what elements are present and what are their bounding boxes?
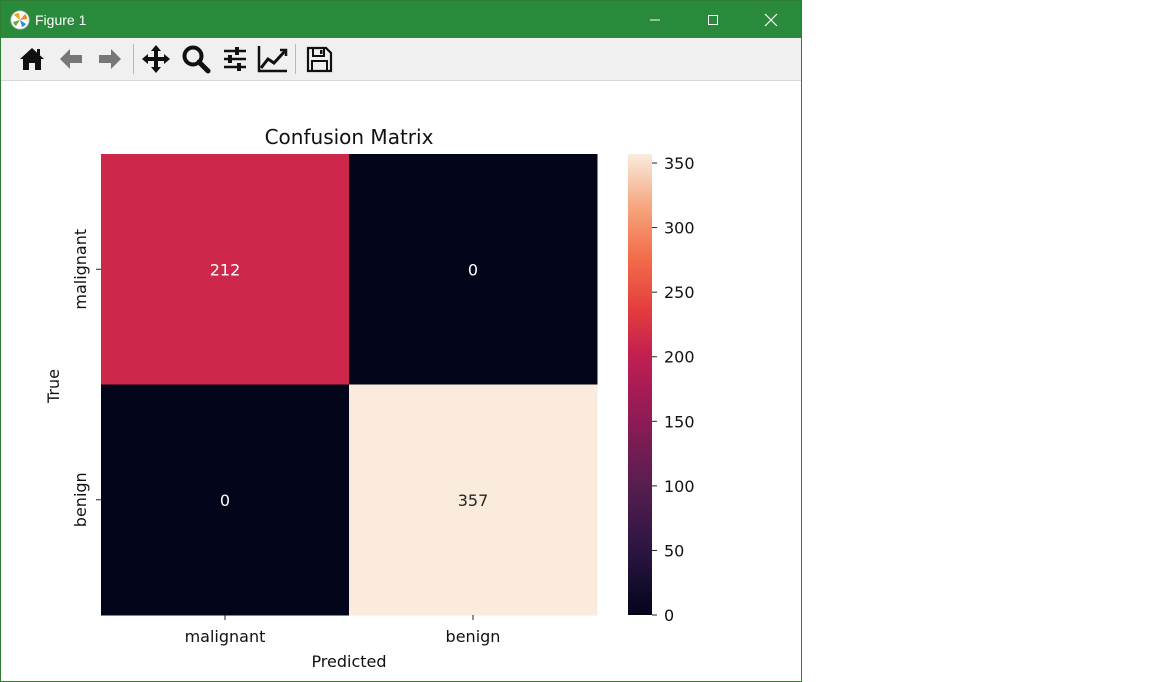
title-bar[interactable]: Figure 1 — [1, 1, 801, 38]
forward-button[interactable] — [93, 42, 127, 76]
sliders-icon — [224, 47, 246, 71]
minimize-button[interactable] — [626, 1, 684, 38]
pan-button[interactable] — [139, 42, 173, 76]
cell-value-label: 0 — [468, 260, 478, 279]
move-icon — [142, 45, 170, 73]
close-button[interactable] — [742, 1, 800, 38]
colorbar-tick-label: 100 — [664, 477, 695, 496]
colorbar-tick-label: 350 — [664, 154, 695, 173]
cell-value-label: 0 — [220, 491, 230, 510]
x-tick-label: benign — [446, 627, 501, 646]
x-tick-label: malignant — [185, 627, 266, 646]
arrow-left-icon — [60, 49, 82, 69]
colorbar-tick-label: 300 — [664, 219, 695, 238]
home-icon — [20, 48, 44, 70]
minimize-icon — [650, 19, 660, 20]
figure-window: Figure 1 Confusion Matrix 212 0 0 357 ma… — [0, 0, 802, 682]
home-button[interactable] — [15, 42, 49, 76]
chart-title: Confusion Matrix — [265, 125, 434, 149]
cell-value-label: 212 — [210, 260, 241, 279]
arrow-right-icon — [99, 49, 121, 69]
navigation-toolbar — [1, 38, 801, 81]
configure-subplots-button[interactable] — [218, 42, 252, 76]
y-tick-label: malignant — [71, 229, 90, 310]
toolbar-separator — [133, 44, 134, 74]
colorbar-tick-label: 50 — [664, 541, 684, 560]
colorbar — [628, 154, 652, 615]
edit-axis-button[interactable] — [256, 42, 290, 76]
cell-value-label: 357 — [458, 491, 489, 510]
line-chart-icon — [257, 46, 288, 73]
save-button[interactable] — [302, 42, 336, 76]
y-tick-label: benign — [71, 472, 90, 527]
window-title: Figure 1 — [35, 12, 87, 28]
y-axis-label: True — [44, 369, 63, 404]
matplotlib-logo-icon — [10, 10, 30, 30]
maximize-icon — [708, 14, 718, 25]
zoom-button[interactable] — [179, 42, 213, 76]
colorbar-tick-label: 0 — [664, 606, 674, 625]
close-icon — [764, 13, 778, 26]
colorbar-tick-label: 250 — [664, 283, 695, 302]
magnifier-icon — [182, 45, 211, 74]
confusion-matrix-chart: Confusion Matrix 212 0 0 357 malignant benig… — [44, 125, 695, 671]
x-axis-label: Predicted — [311, 652, 386, 671]
toolbar-separator — [295, 44, 296, 74]
colorbar-tick-label: 200 — [664, 348, 695, 367]
back-button[interactable] — [54, 42, 88, 76]
figure-canvas[interactable]: Confusion Matrix 212 0 0 357 malignant benig… — [1, 81, 801, 681]
colorbar-tick-label: 150 — [664, 412, 695, 431]
floppy-disk-icon — [306, 46, 333, 73]
maximize-button[interactable] — [684, 1, 742, 38]
